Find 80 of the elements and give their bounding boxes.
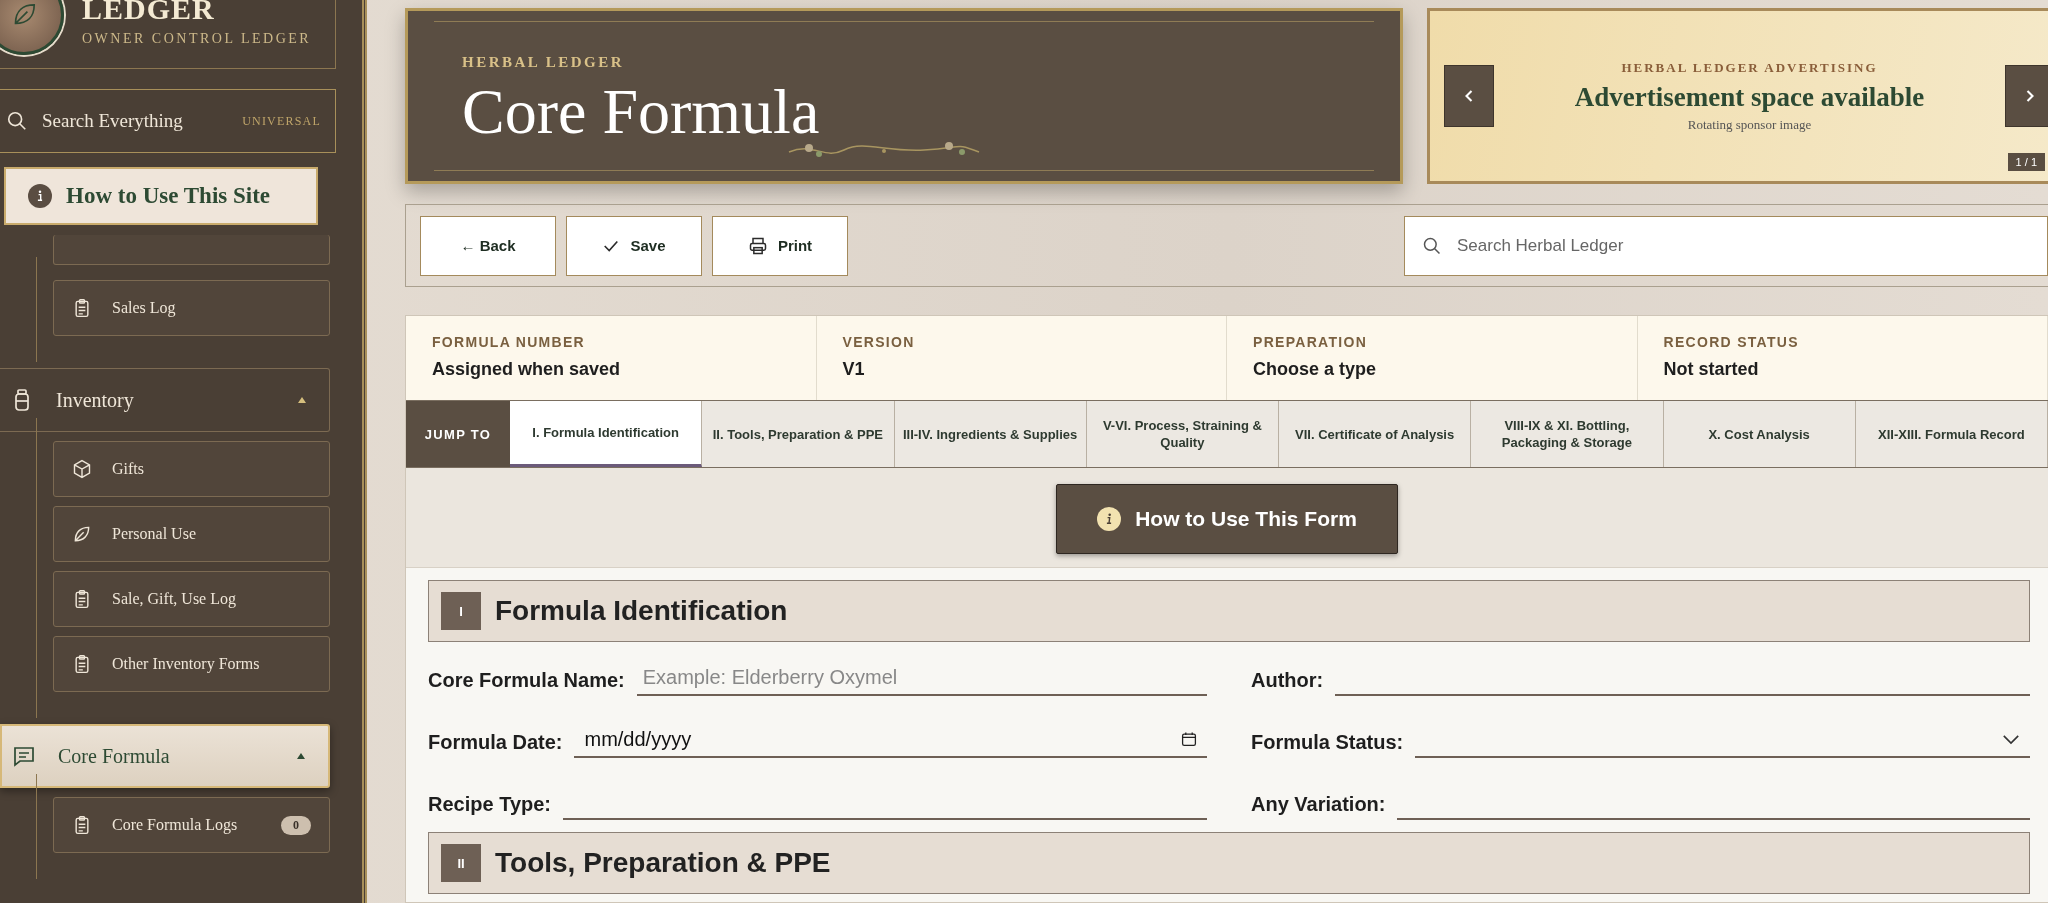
field-label: Author: — [1251, 669, 1324, 693]
sidebar-search-button[interactable]: Search Everything UNIVERSAL — [0, 89, 336, 153]
clipboard-icon — [72, 298, 92, 318]
print-button[interactable]: Print — [712, 215, 848, 276]
section-tab[interactable]: III-IV. Ingredients & Supplies — [894, 401, 1087, 467]
search-field[interactable]: Search Herbal Ledger — [1404, 215, 2048, 276]
ad-eyebrow: HERBAL LEDGER ADVERTISING — [1620, 59, 1879, 76]
summary-label: PREPARATION — [1253, 334, 1369, 350]
summary-label: VERSION — [842, 334, 916, 350]
summary-label: RECORD STATUS — [1663, 334, 1800, 350]
search-scope: UNIVERSAL — [242, 113, 321, 129]
summary-value: Not started — [1663, 359, 1760, 380]
form-help-button[interactable]: How to Use This Form — [1056, 484, 1398, 554]
info-icon — [28, 184, 52, 208]
clipboard-icon — [72, 815, 92, 835]
search-icon — [6, 110, 28, 132]
back-button[interactable]: ← Back — [420, 215, 556, 276]
box-icon — [72, 459, 92, 479]
field-label: Core Formula Name: — [428, 669, 625, 693]
ad-title: Advertisement space available — [1573, 81, 1926, 113]
section-title: Tools, Preparation & PPE — [495, 847, 831, 879]
count-badge: 0 — [281, 815, 311, 835]
nav-item-label: Core Formula Logs — [112, 816, 239, 834]
search-label: Search Everything — [42, 110, 184, 132]
nav-group[interactable]: Inventory — [0, 368, 330, 432]
info-icon — [1097, 507, 1122, 531]
section-tab[interactable]: XII-XIII. Formula Record — [1855, 401, 2048, 467]
summary-value: Choose a type — [1253, 359, 1378, 380]
summary-value: Assigned when saved — [432, 359, 622, 380]
site-help-button[interactable]: How to Use This Site — [4, 167, 318, 225]
nav-item[interactable]: Personal Use — [53, 506, 330, 562]
ad-subtitle: Rotating sponsor image — [1686, 116, 1813, 133]
summary-label: FORMULA NUMBER — [432, 334, 586, 350]
nav-item-label: Gifts — [112, 460, 145, 478]
section-numeral: II — [441, 844, 481, 882]
nav-item[interactable]: Gifts — [53, 441, 330, 497]
chevron-down-icon — [2002, 733, 2020, 745]
chevron-right-icon — [2025, 89, 2035, 104]
printer-icon — [747, 235, 768, 256]
nav-item[interactable]: Sales Log — [53, 280, 330, 336]
field-label: Recipe Type: — [428, 793, 551, 817]
nav-item-label: Personal Use — [112, 525, 197, 543]
banner-eyebrow: HERBAL LEDGER — [462, 54, 626, 71]
save-button[interactable]: Save — [566, 215, 702, 276]
nav-group-label: Inventory — [56, 388, 135, 412]
nav-item[interactable]: Core Formula Logs 0 — [53, 797, 330, 853]
nav-item-label: Sales Log — [112, 299, 177, 317]
nav-item-label: Other Inventory Forms — [112, 655, 261, 673]
clipboard-icon — [72, 589, 92, 609]
field-label: Any Variation: — [1251, 793, 1386, 817]
section-tab[interactable]: V-VI. Process, Straining & Quality — [1086, 401, 1279, 467]
brand-title: LEDGER — [82, 0, 216, 23]
section-tab[interactable]: II. Tools, Preparation & PPE — [702, 401, 895, 467]
calendar-icon — [1181, 731, 1197, 747]
field-label: Formula Status: — [1251, 731, 1404, 755]
nav-group[interactable]: Core Formula — [0, 724, 330, 788]
section-tab[interactable]: I. Formula Identification — [510, 401, 703, 467]
brand-subtitle: OWNER CONTROL LEDGER — [82, 31, 312, 47]
section-title: Formula Identification — [495, 595, 788, 627]
section-tab[interactable]: VII. Certificate of Analysis — [1279, 401, 1472, 467]
date-field[interactable]: mm/dd/yyyy — [574, 722, 1207, 758]
summary-value: V1 — [842, 359, 866, 380]
nav-item[interactable]: Other Inventory Forms — [53, 636, 330, 692]
nav-icon — [12, 744, 36, 768]
clipboard-icon — [72, 654, 92, 674]
slide-counter: 1 / 1 — [2007, 153, 2045, 172]
page-title: Core Formula — [462, 77, 821, 147]
leaf-icon — [72, 524, 92, 544]
previous-button[interactable] — [1444, 65, 1494, 128]
section-tab[interactable]: X. Cost Analysis — [1663, 401, 1856, 467]
section-numeral: I — [441, 592, 481, 630]
nav-item-label: Sale, Gift, Use Log — [112, 590, 237, 608]
jump-to-label: JUMP TO — [406, 401, 510, 467]
chevron-left-icon — [1464, 89, 1474, 104]
section-tab[interactable]: VIII-IX & XI. Bottling, Packaging & Storage — [1471, 401, 1664, 467]
input-field[interactable]: Example: Elderberry Oxymel — [636, 660, 1207, 696]
nav-item[interactable]: Sale, Gift, Use Log — [53, 571, 330, 627]
nav-group-label: Core Formula — [58, 744, 171, 768]
next-button[interactable] — [2005, 65, 2048, 128]
field-label: Formula Date: — [428, 731, 563, 755]
